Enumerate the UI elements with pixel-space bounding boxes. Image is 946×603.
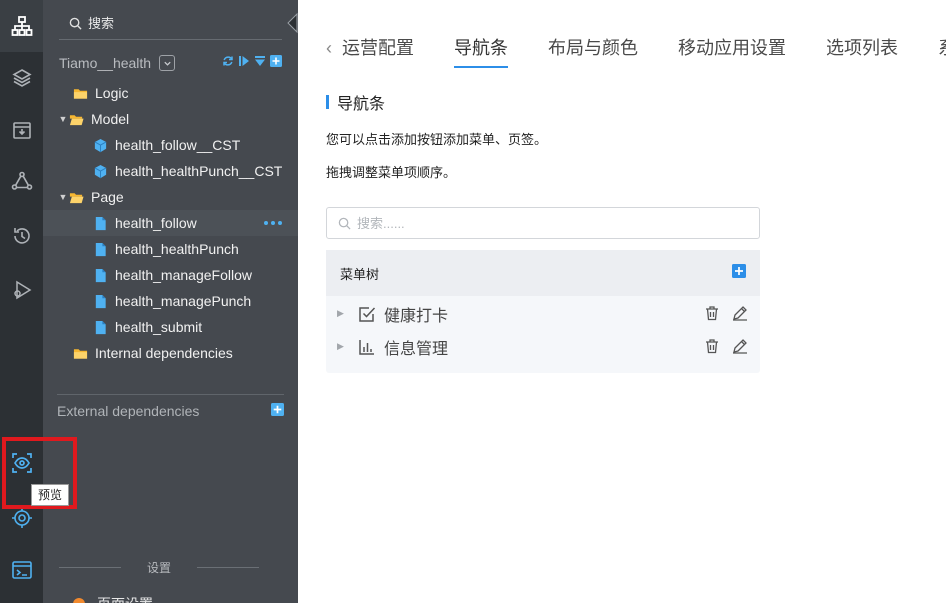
tab-navbar[interactable]: 导航条 [454, 34, 508, 68]
caret-down-icon[interactable]: ▼ [57, 192, 69, 202]
checkbox-checked-icon [359, 306, 376, 322]
activity-bar [0, 0, 43, 603]
caret-right-icon[interactable]: ▶ [337, 341, 347, 352]
tree-folder-model[interactable]: ▼ Model [43, 106, 298, 132]
project-name: Tiamo__health [59, 55, 152, 71]
add-icon[interactable] [271, 403, 284, 416]
file-icon [95, 320, 106, 334]
tree-folder-logic[interactable]: Logic [43, 80, 298, 106]
settings-icon [73, 598, 85, 603]
network-icon [11, 171, 32, 190]
delete-icon[interactable] [704, 305, 720, 321]
terminal-activity-button[interactable] [0, 544, 43, 596]
layers-activity-button[interactable] [0, 52, 43, 104]
network-activity-button[interactable] [0, 156, 43, 208]
tree-item-model[interactable]: health_healthPunch__CST [43, 158, 298, 184]
layers-icon [11, 69, 32, 87]
more-options-icon[interactable] [264, 221, 282, 225]
collapse-all-icon[interactable] [254, 55, 266, 67]
explorer-search-input[interactable] [88, 16, 268, 31]
divider [57, 394, 284, 395]
search-icon [338, 217, 351, 230]
external-dependencies-header[interactable]: External dependencies [57, 401, 284, 421]
file-icon [95, 216, 106, 230]
add-menu-icon[interactable] [732, 264, 746, 278]
project-toolbar [222, 55, 282, 67]
inbox-activity-button[interactable] [0, 104, 43, 156]
tree-item-model[interactable]: health_follow__CST [43, 132, 298, 158]
folder-open-icon [69, 192, 84, 203]
section-title: 导航条 [326, 91, 385, 113]
settings-tabs: ‹ 运营配置 导航条 布局与颜色 移动应用设置 选项列表 系统 [326, 34, 946, 70]
settings-divider: 设置 [59, 558, 260, 576]
main-content: ‹ 运营配置 导航条 布局与颜色 移动应用设置 选项列表 系统 导航条 您可以点… [298, 0, 946, 603]
run-icon[interactable] [238, 55, 250, 67]
tree-item-page[interactable]: health_follow [43, 210, 298, 236]
cube-icon [94, 138, 107, 152]
delete-icon[interactable] [704, 338, 720, 354]
refresh-icon[interactable] [222, 55, 234, 67]
add-icon[interactable] [270, 55, 282, 67]
menu-search-input[interactable] [357, 215, 737, 231]
tree-item-page[interactable]: health_healthPunch [43, 236, 298, 262]
chevron-left-icon[interactable]: ‹ [326, 34, 332, 62]
tree-folder-page[interactable]: ▼ Page [43, 184, 298, 210]
file-icon [95, 294, 106, 308]
history-activity-button[interactable] [0, 210, 43, 262]
menu-search-box [326, 207, 760, 239]
collapse-panel-icon[interactable] [285, 12, 299, 34]
search-icon [69, 17, 82, 30]
target-icon [11, 508, 32, 528]
menu-tree: 菜单树 ▶ 健康打卡 ▶ 信息管理 [326, 250, 760, 373]
tab-option-list[interactable]: 选项列表 [826, 34, 898, 66]
project-selector[interactable]: Tiamo__health [59, 52, 282, 74]
tree-item-page[interactable]: health_submit [43, 314, 298, 340]
tree-folder-internal-dependencies[interactable]: Internal dependencies [43, 340, 298, 366]
terminal-icon [11, 561, 32, 579]
inbox-icon [12, 122, 31, 139]
folder-open-icon [69, 114, 84, 125]
tab-layout-color[interactable]: 布局与颜色 [548, 34, 638, 66]
folder-icon [73, 348, 88, 359]
file-icon [95, 268, 106, 282]
tree-item-page[interactable]: health_manageFollow [43, 262, 298, 288]
explorer-panel: Tiamo__health Logic ▼ Model health_follo… [43, 0, 298, 603]
org-chart-icon [11, 16, 32, 36]
hint-text: 您可以点击添加按钮添加菜单、页签。 [326, 132, 548, 147]
deploy-icon [13, 280, 31, 300]
explorer-activity-button[interactable] [0, 0, 43, 52]
menu-item-info-management[interactable]: ▶ 信息管理 [326, 330, 760, 363]
caret-right-icon[interactable]: ▶ [337, 308, 347, 319]
caret-down-icon[interactable]: ▼ [57, 114, 69, 124]
menu-item-health-punch[interactable]: ▶ 健康打卡 [326, 297, 760, 330]
history-icon [13, 228, 30, 244]
tab-system[interactable]: 系统 [938, 34, 946, 66]
menu-tree-header: 菜单树 [326, 250, 760, 296]
chevron-down-icon[interactable] [159, 55, 176, 71]
edit-icon[interactable] [732, 338, 748, 354]
preview-tooltip: 预览 [31, 484, 69, 506]
edit-icon[interactable] [732, 305, 748, 321]
file-icon [95, 242, 106, 256]
tab-mobile-settings[interactable]: 移动应用设置 [678, 34, 786, 66]
tree-item-page[interactable]: health_managePunch [43, 288, 298, 314]
page-settings-item[interactable]: 页面设置 [73, 594, 153, 603]
explorer-search [59, 8, 282, 40]
bar-chart-icon [359, 339, 374, 355]
tab-operations-config[interactable]: 运营配置 [342, 34, 414, 66]
folder-icon [73, 88, 88, 99]
hint-text: 拖拽调整菜单项顺序。 [326, 165, 457, 180]
cube-icon [94, 164, 107, 178]
deploy-activity-button[interactable] [0, 264, 43, 316]
